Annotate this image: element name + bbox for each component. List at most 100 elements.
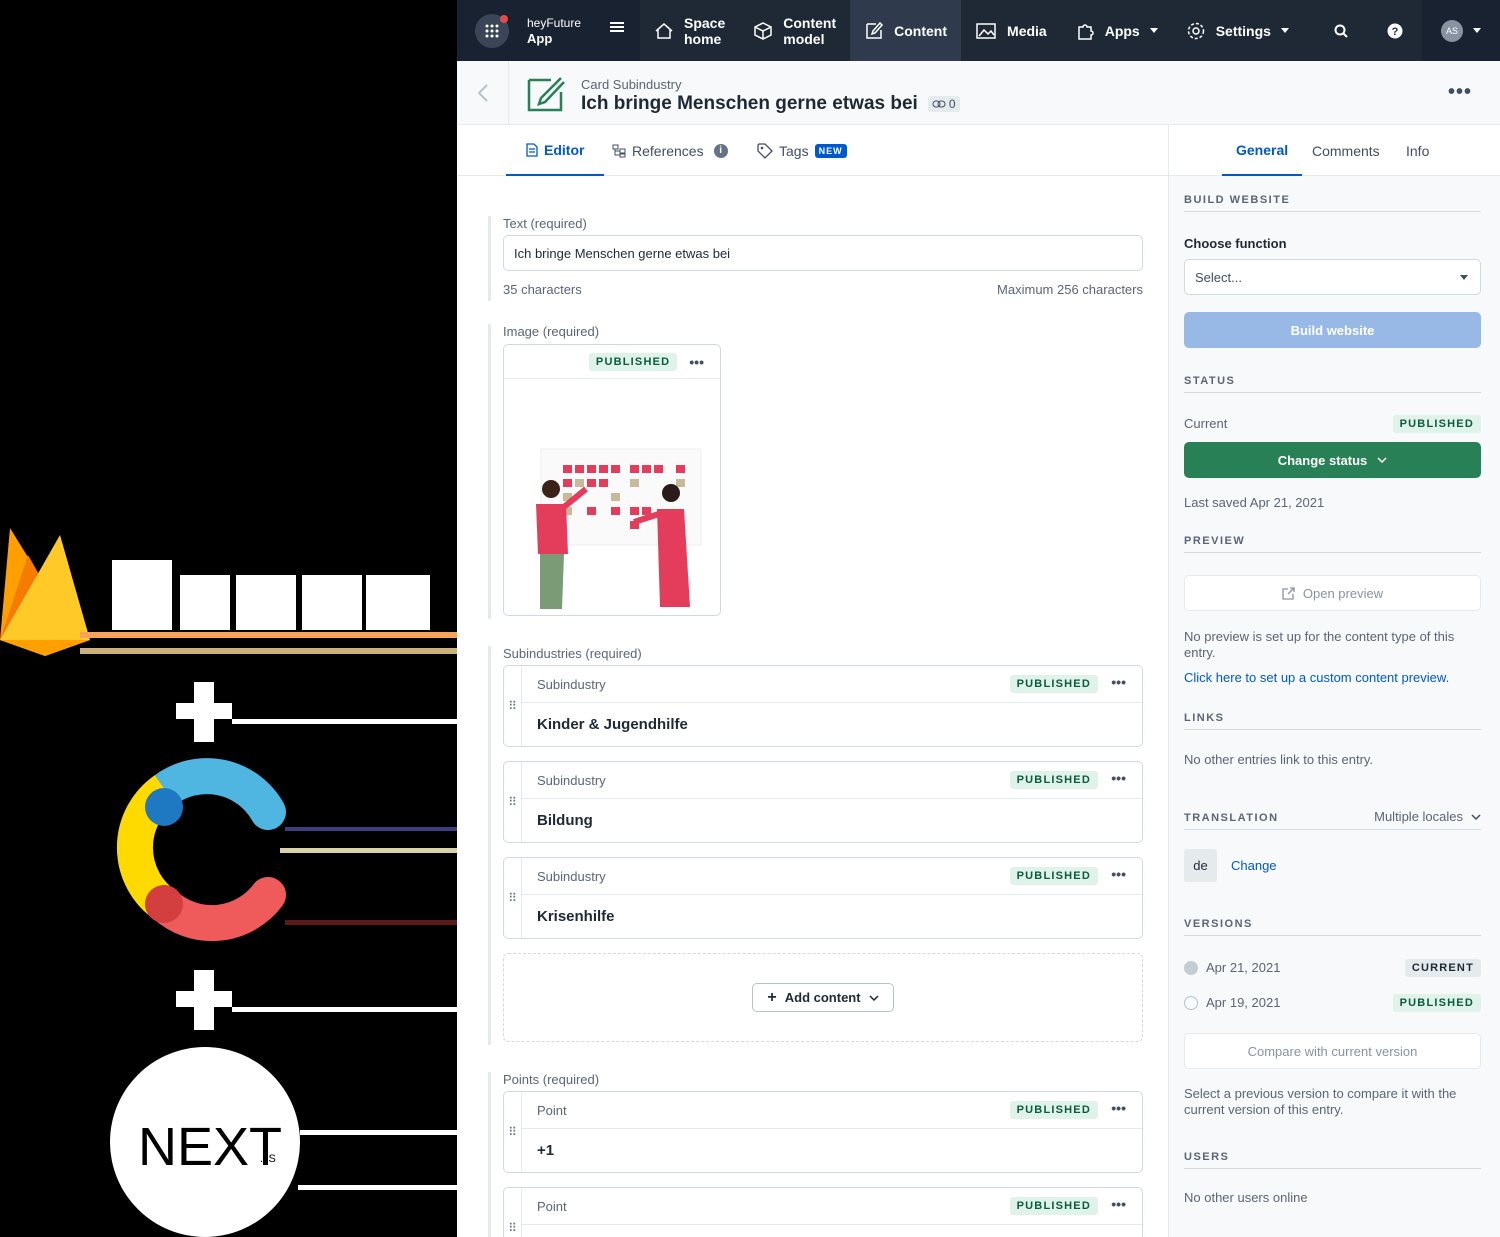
- tab-references[interactable]: References i: [612, 125, 728, 176]
- char-count: 35 characters: [503, 282, 582, 297]
- translation-section: TRANSLATION Multiple locales de Change: [1184, 809, 1481, 882]
- reference-more-button[interactable]: •••: [1111, 866, 1126, 882]
- top-navigation: heyFuture App Space home Content model Con…: [457, 0, 1500, 61]
- account-menu[interactable]: AS: [1422, 0, 1500, 61]
- tab-general[interactable]: General: [1222, 125, 1303, 176]
- back-button[interactable]: [457, 61, 509, 124]
- version-date: Apr 21, 2021: [1206, 960, 1281, 975]
- status-badge: PUBLISHED: [1009, 1101, 1098, 1119]
- reference-card[interactable]: ⠿ Point PUBLISHED •••: [503, 1187, 1143, 1237]
- nav-space-home[interactable]: Space home: [640, 0, 739, 61]
- text-input[interactable]: Ich bringe Menschen gerne etwas bei: [503, 235, 1143, 271]
- asset-card[interactable]: PUBLISHED •••: [503, 344, 721, 616]
- tab-tags[interactable]: Tags NEW: [757, 125, 847, 176]
- tab-info[interactable]: Info: [1406, 125, 1429, 176]
- add-content-button[interactable]: + Add content: [752, 983, 894, 1012]
- links-section: LINKS No other entries link to this entr…: [1184, 712, 1481, 768]
- plus-icon: [176, 970, 457, 1030]
- cube-icon: [754, 21, 772, 40]
- reference-card[interactable]: ⠿ Point PUBLISHED ••• +1: [503, 1091, 1143, 1173]
- entry-sidebar: General Comments Info BUILD WEBSITE Choo…: [1168, 125, 1500, 1237]
- gear-icon: [1187, 22, 1204, 39]
- locale-mode-select[interactable]: Multiple locales: [1374, 809, 1481, 824]
- document-icon: [526, 142, 538, 157]
- build-website-button[interactable]: Build website: [1184, 312, 1481, 348]
- avatar: AS: [1441, 19, 1463, 42]
- reference-card[interactable]: ⠿ Subindustry PUBLISHED ••• Kinder & Jug…: [503, 665, 1143, 747]
- reference-card[interactable]: ⠿ Subindustry PUBLISHED ••• Krisenhilfe: [503, 857, 1143, 939]
- open-preview-button[interactable]: Open preview: [1184, 575, 1481, 611]
- subindustries-field: Subindustries (required) ⠿ Subindustry P…: [488, 646, 1143, 1045]
- version-radio[interactable]: [1184, 996, 1198, 1010]
- nav-content-model[interactable]: Content model: [739, 0, 850, 61]
- link-count-badge[interactable]: 0: [927, 96, 960, 112]
- tab-references-label: References: [632, 142, 704, 159]
- org-switcher[interactable]: heyFuture App: [457, 0, 640, 61]
- char-max: Maximum 256 characters: [997, 282, 1143, 297]
- version-radio[interactable]: [1184, 961, 1198, 975]
- change-status-button[interactable]: Change status: [1184, 442, 1481, 478]
- contentful-logo: [116, 758, 457, 941]
- build-website-section: BUILD WEBSITE Choose function Select... …: [1184, 194, 1481, 348]
- entry-header: Card Subindustry Ich bringe Menschen ger…: [457, 61, 1500, 125]
- help-button[interactable]: ?: [1368, 0, 1422, 61]
- custom-preview-link[interactable]: Click here to set up a custom content pr…: [1184, 670, 1481, 685]
- links-note: No other entries link to this entry.: [1184, 752, 1374, 767]
- function-select[interactable]: Select...: [1184, 259, 1481, 295]
- reference-more-button[interactable]: •••: [1111, 770, 1126, 786]
- edit-icon: [866, 21, 884, 39]
- points-field: Points (required) ⠿ Point PUBLISHED ••• …: [488, 1072, 1143, 1237]
- contentful-app: heyFuture App Space home Content model Con…: [457, 0, 1500, 1237]
- menu-icon[interactable]: [610, 21, 624, 33]
- open-preview-label: Open preview: [1302, 585, 1384, 601]
- new-badge: NEW: [814, 143, 847, 158]
- change-locale-link[interactable]: Change: [1231, 858, 1277, 873]
- compare-version-button[interactable]: Compare with current version: [1184, 1033, 1481, 1069]
- nav-apps[interactable]: Apps: [1061, 0, 1172, 61]
- tab-tags-label: Tags: [779, 142, 809, 159]
- link-count: 0: [948, 97, 956, 111]
- drag-handle[interactable]: ⠿: [504, 666, 522, 746]
- drag-handle[interactable]: ⠿: [504, 762, 522, 842]
- search-icon: [1334, 24, 1348, 38]
- nav-content[interactable]: Content: [850, 0, 962, 61]
- versions-section: VERSIONS Apr 21, 2021 CURRENT Apr 19, 20…: [1184, 918, 1481, 1118]
- tab-editor[interactable]: Editor: [506, 125, 605, 176]
- app-launcher-button[interactable]: [475, 13, 509, 48]
- section-heading: BUILD WEBSITE: [1184, 194, 1481, 212]
- choose-function-label: Choose function: [1184, 236, 1287, 251]
- points-field-label: Points (required): [503, 1072, 600, 1087]
- drag-handle[interactable]: ⠿: [504, 858, 522, 938]
- nav-content-model-label: Content: [783, 14, 837, 31]
- entry-title-text: Ich bringe Menschen gerne etwas bei: [581, 93, 918, 114]
- entry-more-button[interactable]: •••: [1448, 81, 1472, 104]
- grid-icon: [485, 24, 499, 37]
- nextjs-logo: NEXT .JS: [110, 1047, 457, 1237]
- translation-heading-row: TRANSLATION Multiple locales: [1184, 809, 1481, 830]
- nav-space-home-label-2: home: [684, 30, 722, 47]
- reference-more-button[interactable]: •••: [1111, 1100, 1126, 1116]
- nav-settings[interactable]: Settings: [1172, 0, 1303, 61]
- search-button[interactable]: [1314, 0, 1368, 61]
- version-row[interactable]: Apr 21, 2021 CURRENT: [1184, 959, 1481, 977]
- chevron-down-icon: [869, 994, 879, 1001]
- reference-more-button[interactable]: •••: [1111, 674, 1126, 690]
- nav-media[interactable]: Media: [961, 0, 1061, 61]
- tab-comments[interactable]: Comments: [1312, 125, 1380, 176]
- reference-card[interactable]: ⠿ Subindustry PUBLISHED ••• Bildung: [503, 761, 1143, 843]
- caret-down-icon: [1280, 28, 1289, 33]
- reference-more-button[interactable]: •••: [1111, 1196, 1126, 1212]
- external-link-icon: [1282, 586, 1295, 600]
- nav-media-label: Media: [1007, 22, 1047, 39]
- users-note: No other users online: [1184, 1190, 1308, 1205]
- entry-editor: Editor References i Tags NEW Text (requi…: [457, 125, 1168, 1237]
- drag-handle[interactable]: ⠿: [504, 1092, 522, 1172]
- tag-icon: [757, 142, 773, 159]
- info-icon[interactable]: i: [713, 143, 728, 158]
- drag-handle[interactable]: ⠿: [504, 1188, 522, 1237]
- asset-more-button[interactable]: •••: [689, 354, 704, 370]
- reference-type: Subindustry: [537, 773, 606, 788]
- plus-icon: [176, 682, 457, 742]
- version-row[interactable]: Apr 19, 2021 PUBLISHED: [1184, 994, 1481, 1012]
- svg-text:?: ?: [1392, 26, 1399, 38]
